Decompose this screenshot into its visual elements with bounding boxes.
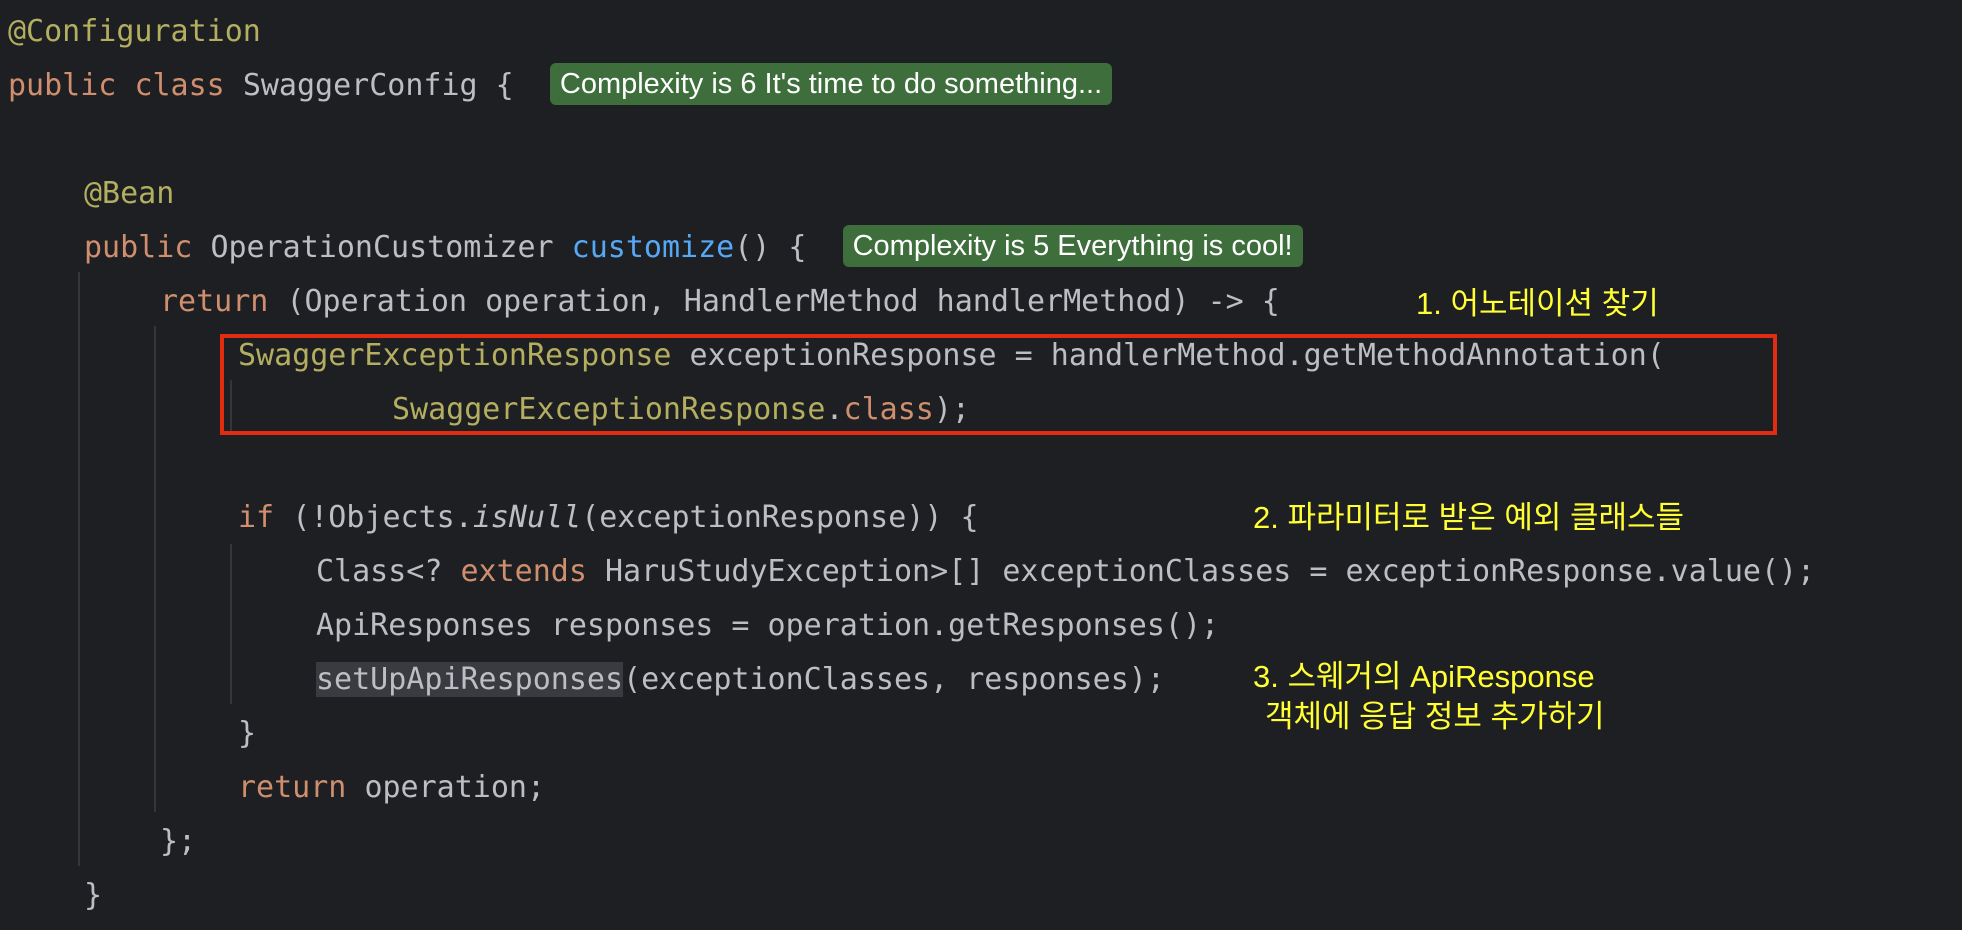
keyword-token: return	[160, 284, 269, 319]
note-exception-classes: 2. 파라미터로 받은 예외 클래스들	[1253, 500, 1685, 535]
code-line[interactable]: @Configuration	[8, 6, 261, 58]
keyword-token: public	[84, 230, 193, 265]
code-line[interactable]: return (Operation operation, HandlerMeth…	[160, 276, 1280, 328]
code-token: (exceptionResponse)) {	[581, 500, 979, 535]
type-token: OperationCustomizer	[210, 230, 554, 265]
code-token: () {	[734, 230, 807, 265]
indent-guide	[78, 272, 80, 866]
code-token: }	[84, 878, 103, 913]
note-find-annotation: 1. 어노테이션 찾기	[1416, 286, 1659, 321]
annotation-token: @Configuration	[8, 14, 261, 49]
note-api-response-detail: 객체에 응답 정보 추가하기	[1265, 699, 1605, 734]
code-line[interactable]: ApiResponses responses = operation.getRe…	[316, 600, 1219, 652]
keyword-token: class	[134, 68, 225, 103]
highlight-box	[220, 334, 1777, 435]
code-token: Class<?	[316, 554, 461, 589]
code-token: };	[160, 824, 197, 859]
code-editor[interactable]: @Configuration public class SwaggerConfi…	[0, 0, 1962, 930]
keyword-token: if	[238, 500, 275, 535]
code-line[interactable]: @Bean	[84, 168, 174, 220]
complexity-hint[interactable]: Complexity is 5 Everything is cool!	[842, 224, 1303, 267]
code-token: HaruStudyException>[] exceptionClasses =…	[605, 554, 1816, 589]
complexity-hint[interactable]: Complexity is 6 It's time to do somethin…	[549, 62, 1113, 105]
code-token: ApiResponses responses = operation.getRe…	[316, 608, 1220, 643]
code-token: (exceptionClasses, responses);	[623, 662, 1165, 697]
code-line[interactable]: return operation;	[238, 762, 545, 814]
code-line[interactable]: Class<? extends HaruStudyException>[] ex…	[316, 546, 1815, 598]
class-name-token: SwaggerConfig {	[242, 68, 514, 103]
code-line[interactable]: public class SwaggerConfig { Complexity …	[8, 60, 1113, 112]
static-method-token: isNull	[472, 500, 582, 535]
code-line[interactable]: };	[160, 816, 196, 868]
method-name-token: customize	[571, 230, 735, 265]
keyword-token: public	[8, 68, 117, 103]
code-token: (Operation operation, HandlerMethod hand…	[286, 284, 1280, 319]
indent-guide	[230, 544, 232, 704]
code-line[interactable]: }	[238, 708, 256, 760]
keyword-token: return	[238, 770, 347, 805]
keyword-token: extends	[460, 554, 587, 589]
code-token: }	[238, 716, 257, 751]
code-line[interactable]: public OperationCustomizer customize() {…	[84, 222, 1303, 274]
code-token: (!Objects.	[292, 500, 473, 535]
highlighted-method-call[interactable]: setUpApiResponses	[316, 662, 624, 697]
code-token: operation;	[364, 770, 546, 805]
code-line[interactable]: if (!Objects.isNull(exceptionResponse)) …	[238, 492, 979, 544]
code-line[interactable]: setUpApiResponses(exceptionClasses, resp…	[316, 654, 1165, 706]
code-line[interactable]: }	[84, 870, 102, 922]
annotation-token: @Bean	[84, 176, 175, 211]
indent-guide	[154, 326, 156, 812]
note-api-response: 3. 스웨거의 ApiResponse	[1253, 659, 1595, 694]
